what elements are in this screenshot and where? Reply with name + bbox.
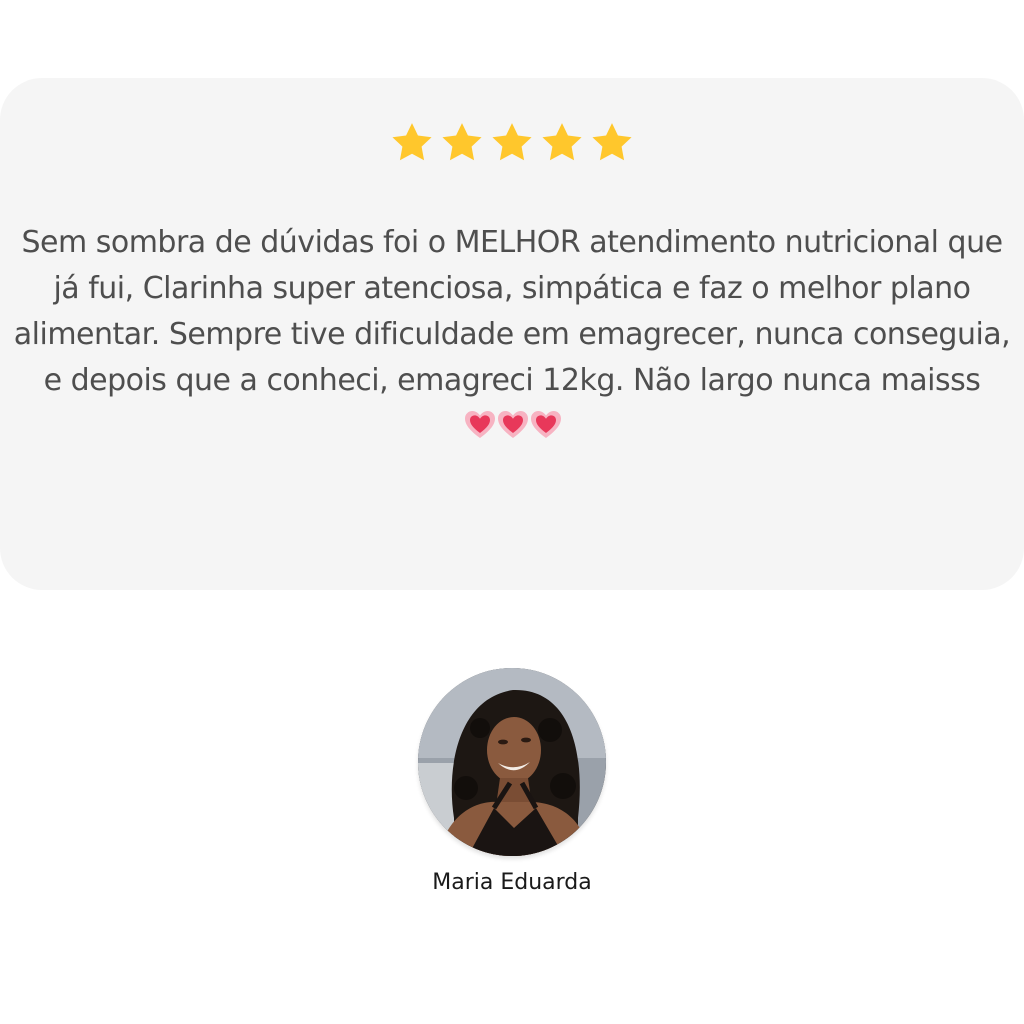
- avatar-photo: [418, 668, 606, 856]
- star-icon: [492, 123, 532, 161]
- author-avatar: [418, 668, 606, 856]
- star-icon: [542, 123, 582, 161]
- growing-heart-icon: [464, 411, 495, 438]
- star-icon: [442, 123, 482, 161]
- growing-heart-icon: [497, 411, 528, 438]
- testimonial-text: Sem sombra de dúvidas foi o MELHOR atend…: [12, 220, 1012, 450]
- hearts-emoji: [463, 409, 562, 444]
- author-name: Maria Eduarda: [432, 870, 592, 895]
- growing-heart-icon: [530, 411, 561, 438]
- rating-stars: [0, 120, 1024, 166]
- star-icon: [392, 123, 432, 161]
- testimonial-quote: Sem sombra de dúvidas foi o MELHOR atend…: [13, 225, 1011, 398]
- star-icon: [592, 123, 632, 161]
